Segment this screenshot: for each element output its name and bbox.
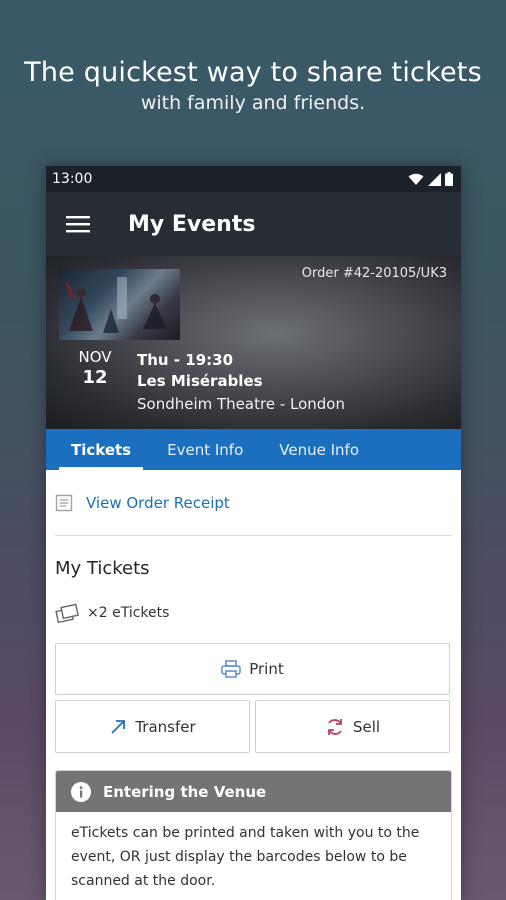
tab-tickets[interactable]: Tickets <box>59 429 144 470</box>
print-button[interactable]: Print <box>55 643 450 695</box>
event-venue: Sondheim Theatre - London <box>137 395 345 413</box>
order-number: Order #42-20105/UK3 <box>301 266 447 281</box>
event-date: NOV 12 <box>72 348 118 388</box>
sell-label: Sell <box>352 717 381 736</box>
phone-screen: 13:00 My Events Order #42-20105/UK3 NOV … <box>46 166 461 900</box>
tab-venue-info[interactable]: Venue Info <box>267 429 371 470</box>
event-header: Order #42-20105/UK3 NOV 12 Thu - 19:30 L… <box>46 256 461 429</box>
transfer-button[interactable]: Transfer <box>55 700 250 753</box>
app-bar-title: My Events <box>128 211 256 237</box>
promo-headline: The quickest way to share tickets with f… <box>0 56 506 116</box>
my-tickets-heading: My Tickets <box>55 558 150 579</box>
receipt-icon <box>55 494 73 511</box>
entering-venue-header: Entering the Venue <box>56 771 451 812</box>
sell-button[interactable]: Sell <box>255 700 450 753</box>
transfer-sell-row: Transfer Sell <box>55 700 452 753</box>
view-order-receipt-label: View Order Receipt <box>86 493 230 512</box>
battery-icon <box>445 172 453 186</box>
ticket-count-label: ×2 eTickets <box>87 605 170 621</box>
entering-venue-title: Entering the Venue <box>103 782 267 801</box>
entering-venue-card: Entering the Venue eTickets can be print… <box>55 770 452 900</box>
tickets-icon <box>55 603 79 624</box>
promo-title: The quickest way to share tickets <box>24 57 482 88</box>
ticket-count: ×2 eTickets <box>55 602 452 624</box>
event-poster-image <box>59 269 180 340</box>
sell-refresh-icon <box>325 717 345 737</box>
signal-icon <box>428 172 441 186</box>
status-icons <box>408 172 453 186</box>
hamburger-menu-icon[interactable] <box>46 192 110 256</box>
event-time: Thu - 19:30 <box>137 351 234 369</box>
transfer-label: Transfer <box>135 717 196 736</box>
app-bar: My Events <box>46 192 461 256</box>
wifi-icon <box>408 173 424 185</box>
printer-icon <box>221 660 241 678</box>
event-details: Thu - 19:30 Les Misérables Sondheim Thea… <box>137 350 345 416</box>
event-name: Les Misérables <box>137 372 263 390</box>
tickets-content: View Order Receipt My Tickets ×2 eTicket… <box>46 470 461 900</box>
transfer-arrow-icon <box>109 718 127 736</box>
status-time: 13:00 <box>52 171 93 187</box>
event-month: NOV <box>78 348 112 366</box>
entering-venue-text: eTickets can be printed and taken with y… <box>71 825 420 889</box>
promo-subtitle: with family and friends. <box>140 92 366 114</box>
info-icon <box>71 781 91 802</box>
view-order-receipt-link[interactable]: View Order Receipt <box>55 470 452 536</box>
event-tabs: Tickets Event Info Venue Info <box>46 429 461 470</box>
event-day: 12 <box>82 367 108 388</box>
status-bar: 13:00 <box>46 166 461 192</box>
tab-event-info[interactable]: Event Info <box>155 429 255 470</box>
print-label: Print <box>249 660 284 678</box>
